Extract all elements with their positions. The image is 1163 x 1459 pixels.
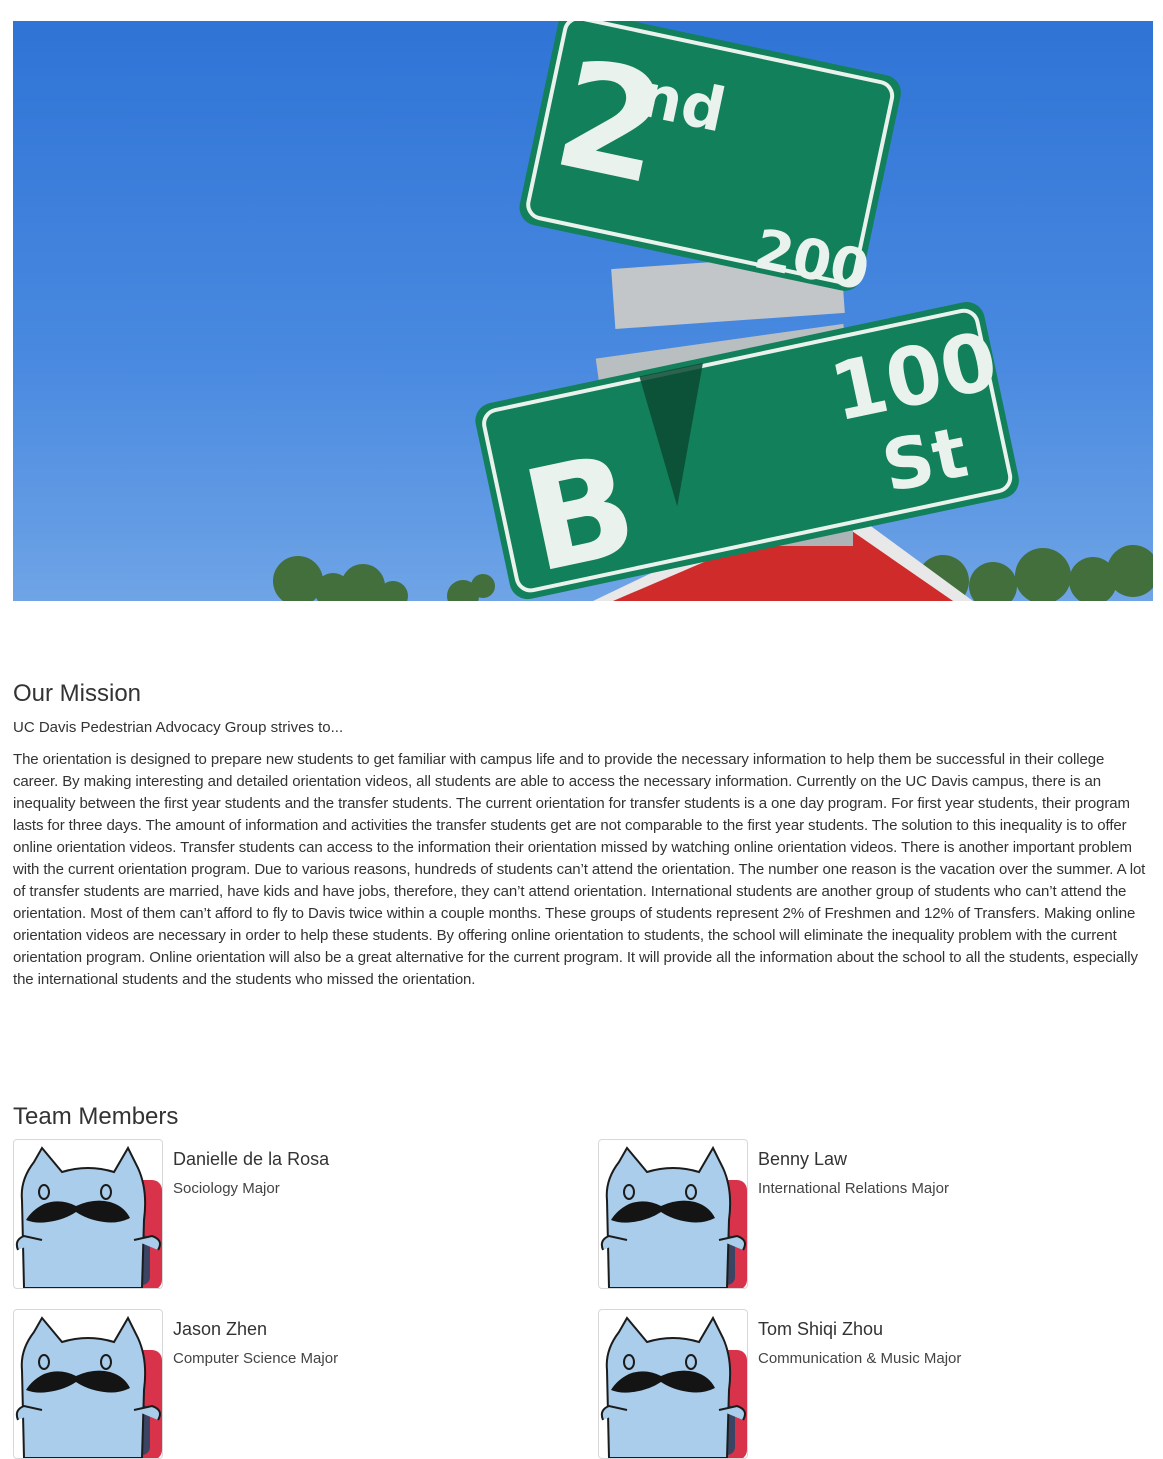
mustache-cat-icon: [15, 1145, 162, 1288]
member-name: Jason Zhen: [173, 1319, 268, 1339]
team-title: Team Members: [13, 1103, 179, 1130]
mission-lead: UC Davis Pedestrian Advocacy Group striv…: [13, 719, 344, 736]
avatar: [13, 1139, 163, 1289]
mission-title: Our Mission: [13, 680, 142, 707]
avatar: [598, 1309, 748, 1459]
member-major: Computer Science Major: [173, 1350, 339, 1367]
team-section: Team Members Danielle de la Rosa Sociolo…: [13, 1101, 1153, 1459]
avatar: [598, 1139, 748, 1289]
member-name: Tom Shiqi Zhou: [758, 1319, 884, 1339]
member-major: Communication & Music Major: [758, 1350, 962, 1367]
member-name: Danielle de la Rosa: [173, 1149, 330, 1169]
team-member-card: Tom Shiqi Zhou Communication & Music Maj…: [598, 1309, 1158, 1459]
team-member-card: Danielle de la Rosa Sociology Major: [13, 1139, 573, 1289]
member-name: Benny Law: [758, 1149, 848, 1169]
team-member-card: Jason Zhen Computer Science Major: [13, 1309, 573, 1459]
avatar: [13, 1309, 163, 1459]
member-major: International Relations Major: [758, 1180, 949, 1197]
mustache-cat-icon: [15, 1315, 162, 1458]
team-member-card: Benny Law International Relations Major: [598, 1139, 1158, 1289]
street-sign-photo: 2 nd 200 B 100 St: [13, 21, 1153, 601]
mustache-cat-icon: [600, 1315, 747, 1458]
mission-section: Our Mission UC Davis Pedestrian Advocacy…: [13, 678, 1153, 991]
mission-body: The orientation is designed to prepare n…: [13, 751, 1146, 988]
sign-b-suffix: St: [875, 411, 974, 509]
member-major: Sociology Major: [173, 1180, 280, 1197]
hero-image: 2 nd 200 B 100 St: [13, 21, 1153, 601]
mustache-cat-icon: [600, 1145, 747, 1288]
